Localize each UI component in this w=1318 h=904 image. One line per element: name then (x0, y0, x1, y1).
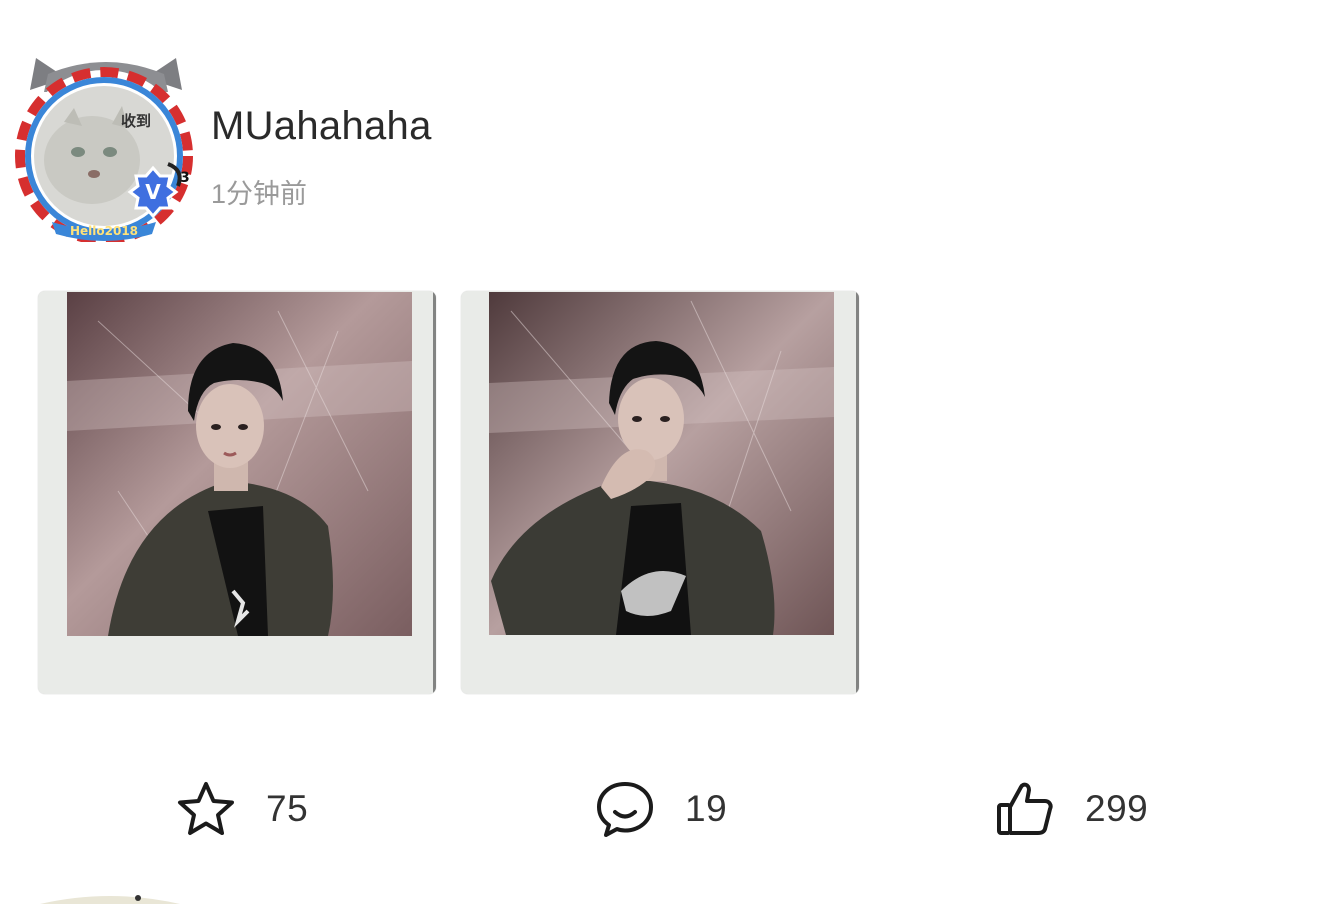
like-count: 299 (1085, 788, 1149, 829)
post-timestamp: 1分钟前 (211, 179, 308, 209)
next-post-avatar-peek (30, 888, 190, 904)
comment-count: 19 (685, 788, 728, 829)
post-card: 收到 Hello2018 V 3 MUahahaha 1分钟前 75 19 29… (0, 0, 1318, 904)
author-avatar[interactable]: 收到 Hello2018 V 3 (8, 52, 204, 242)
polaroid-photo-1[interactable] (38, 291, 436, 694)
repost-count: 75 (266, 788, 309, 829)
thumbs-up-icon (995, 779, 1055, 839)
star-icon (176, 779, 236, 839)
repost-button[interactable]: 75 (176, 778, 308, 840)
like-button[interactable]: 299 (995, 778, 1148, 840)
avatar-frame-text: Hello2018 (70, 224, 138, 238)
avatar-sticker-text: 收到 (121, 112, 151, 130)
author-name[interactable]: MUahahaha (211, 104, 432, 149)
verified-badge-icon: V (145, 180, 161, 204)
photo-frame-edge (856, 291, 859, 694)
comment-button[interactable]: 19 (595, 778, 727, 840)
comment-icon (595, 779, 655, 839)
portrait-image-1 (67, 292, 412, 636)
photo-frame-edge (433, 291, 436, 694)
avatar-frame-image: 收到 Hello2018 V 3 (15, 58, 193, 242)
polaroid-photo-2[interactable] (461, 291, 859, 694)
portrait-image-2 (489, 292, 834, 635)
